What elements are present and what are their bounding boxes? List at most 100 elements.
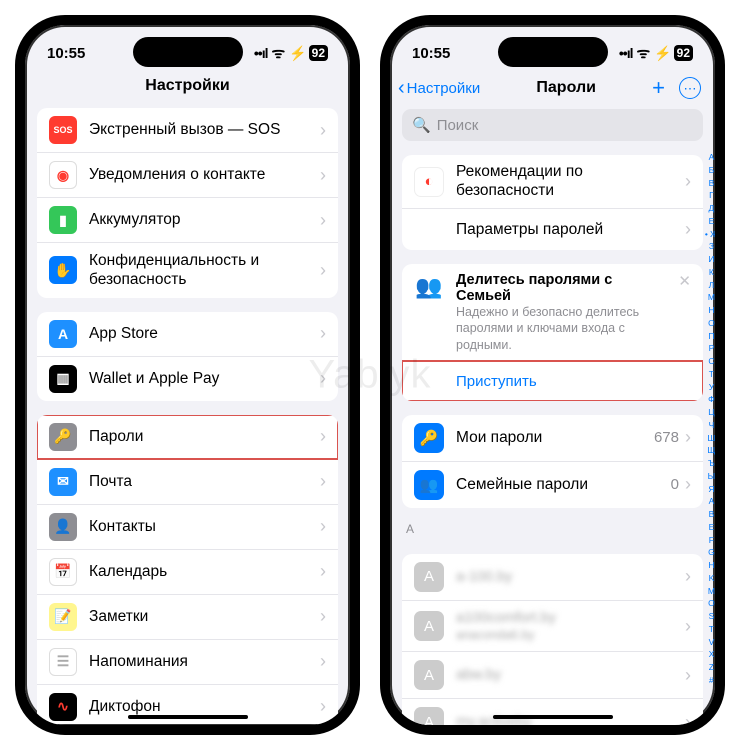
- search-input[interactable]: 🔍 Поиск: [402, 109, 703, 141]
- setting-battery[interactable]: ▮ Аккумулятор ›: [37, 197, 338, 242]
- chevron-right-icon: ›: [320, 368, 326, 389]
- chevron-right-icon: ›: [320, 561, 326, 582]
- phone-right: 10:55 ⚡92 ‹ Настройки Пароли + ⋯ 🔍 Поиск…: [380, 15, 725, 735]
- site-icon: A: [414, 611, 444, 641]
- label: Напоминания: [89, 652, 314, 671]
- label: App Store: [89, 324, 314, 343]
- password-entry[interactable]: Aa100comfort.byanaconda6.by›: [402, 600, 703, 651]
- battery-icon: ▮: [49, 206, 77, 234]
- my-passwords[interactable]: 🔑 Мои пароли 678 ›: [402, 415, 703, 461]
- setting-appstore[interactable]: A App Store ›: [37, 312, 338, 356]
- group-icon: 👥: [414, 470, 444, 500]
- family-icon: 👥: [414, 272, 444, 302]
- chevron-right-icon: ›: [685, 665, 691, 686]
- reco-icon: ◐: [414, 167, 444, 197]
- label: Контакты: [89, 517, 314, 536]
- notch: [133, 37, 243, 67]
- label: Диктофон: [89, 697, 314, 716]
- setting-calendar[interactable]: 📅Календарь›: [37, 549, 338, 594]
- recommendations-group: ◐ Рекомендации по безопасности › Парамет…: [402, 155, 703, 250]
- security-recommendations[interactable]: ◐ Рекомендации по безопасности ›: [402, 155, 703, 208]
- time: 10:55: [47, 45, 85, 62]
- home-indicator[interactable]: [493, 715, 613, 719]
- label: Почта: [89, 472, 314, 491]
- battery-icon: ⚡92: [289, 45, 328, 62]
- wifi-icon: [272, 43, 286, 63]
- site-icon: A: [414, 562, 444, 592]
- label: Уведомления о контакте: [89, 165, 314, 184]
- password-entry[interactable]: Amy.activeby›: [402, 698, 703, 725]
- chevron-right-icon: ›: [320, 426, 326, 447]
- search-icon: 🔍: [412, 116, 431, 134]
- family-passwords[interactable]: 👥 Семейные пароли 0 ›: [402, 461, 703, 508]
- setting-privacy[interactable]: ✋ Конфиденциальность и безопасность ›: [37, 242, 338, 298]
- share-card: 👥 Делитесь паролями с Семьей Надежно и б…: [402, 264, 703, 401]
- label: Календарь: [89, 562, 314, 581]
- chevron-right-icon: ›: [320, 260, 326, 281]
- sos-icon: SOS: [49, 116, 77, 144]
- chevron-left-icon: ‹: [398, 77, 405, 100]
- wallet-icon: ▥: [49, 365, 77, 393]
- chevron-right-icon: ›: [685, 616, 691, 637]
- password-entry[interactable]: Aa-100.by›: [402, 554, 703, 600]
- setting-reminders[interactable]: ☰ Напоминания ›: [37, 639, 338, 684]
- share-title: Делитесь паролями с Семьей: [456, 272, 670, 304]
- back-button[interactable]: ‹ Настройки: [398, 77, 480, 100]
- chevron-right-icon: ›: [685, 171, 691, 192]
- chevron-right-icon: ›: [320, 516, 326, 537]
- setting-passwords[interactable]: 🔑Пароли›: [37, 415, 338, 459]
- chevron-right-icon: ›: [685, 566, 691, 587]
- wifi-icon: [637, 43, 651, 63]
- label: Конфиденциальность и безопасность: [89, 251, 314, 290]
- entries-list: Aa-100.by›Aa100comfort.byanaconda6.by›Aa…: [402, 554, 703, 725]
- page-title: Пароли: [536, 79, 596, 97]
- more-button[interactable]: ⋯: [679, 77, 701, 99]
- appstore-icon: A: [49, 320, 77, 348]
- add-button[interactable]: +: [652, 75, 665, 101]
- contacts-icon: 👤: [49, 513, 77, 541]
- label: Пароли: [89, 427, 314, 446]
- reminders-icon: ☰: [49, 648, 77, 676]
- setting-wallet[interactable]: ▥ Wallet и Apple Pay ›: [37, 356, 338, 401]
- privacy-icon: ✋: [49, 256, 77, 284]
- time: 10:55: [412, 45, 450, 62]
- settings-group-store: A App Store › ▥ Wallet и Apple Pay ›: [37, 312, 338, 401]
- chevron-right-icon: ›: [320, 120, 326, 141]
- exposure-icon: ◉: [49, 161, 77, 189]
- battery-icon: ⚡92: [654, 45, 693, 62]
- chevron-right-icon: ›: [685, 712, 691, 725]
- chevron-right-icon: ›: [320, 323, 326, 344]
- setting-exposure[interactable]: ◉ Уведомления о контакте ›: [37, 152, 338, 197]
- chevron-right-icon: ›: [685, 474, 691, 495]
- label: Wallet и Apple Pay: [89, 369, 314, 388]
- key-icon: 🔑: [414, 423, 444, 453]
- chevron-right-icon: ›: [320, 165, 326, 186]
- home-indicator[interactable]: [128, 715, 248, 719]
- voicememos-icon: ∿: [49, 693, 77, 721]
- chevron-right-icon: ›: [320, 606, 326, 627]
- password-options[interactable]: Параметры паролей ›: [402, 208, 703, 250]
- mail-icon: ✉: [49, 468, 77, 496]
- phone-left: 10:55 ⚡92 Настройки SOSЭкстренный вызов …: [15, 15, 360, 735]
- setting-mail[interactable]: ✉Почта›: [37, 459, 338, 504]
- password-entry[interactable]: Aabw.by›: [402, 651, 703, 698]
- label: Аккумулятор: [89, 210, 314, 229]
- site-icon: A: [414, 707, 444, 725]
- share-subtitle: Надежно и безопасно делитесь паролями и …: [456, 304, 670, 353]
- chevron-right-icon: ›: [320, 696, 326, 717]
- label: Экстренный вызов — SOS: [89, 120, 314, 139]
- navbar: ‹ Настройки Пароли + ⋯: [390, 69, 715, 107]
- close-icon[interactable]: ✕: [670, 272, 691, 290]
- start-button[interactable]: Приступить: [402, 361, 703, 401]
- setting-notes[interactable]: 📝Заметки›: [37, 594, 338, 639]
- chevron-right-icon: ›: [320, 210, 326, 231]
- section-header-a: A: [402, 508, 703, 540]
- az-index[interactable]: АБВГДЕ• ЖЗИКЛМНОПРСТУФЦЧШЩЪЫЯABEFGHKMOST…: [705, 151, 715, 687]
- settings-group-apps: 🔑Пароли›✉Почта›👤Контакты›📅Календарь›📝Зам…: [37, 415, 338, 724]
- password-lists: 🔑 Мои пароли 678 › 👥 Семейные пароли 0 ›: [402, 415, 703, 508]
- chevron-right-icon: ›: [320, 651, 326, 672]
- setting-sos[interactable]: SOS Экстренный вызов — SOS ›: [37, 108, 338, 152]
- setting-contacts[interactable]: 👤 Контакты ›: [37, 504, 338, 549]
- chevron-right-icon: ›: [685, 219, 691, 240]
- notch: [498, 37, 608, 67]
